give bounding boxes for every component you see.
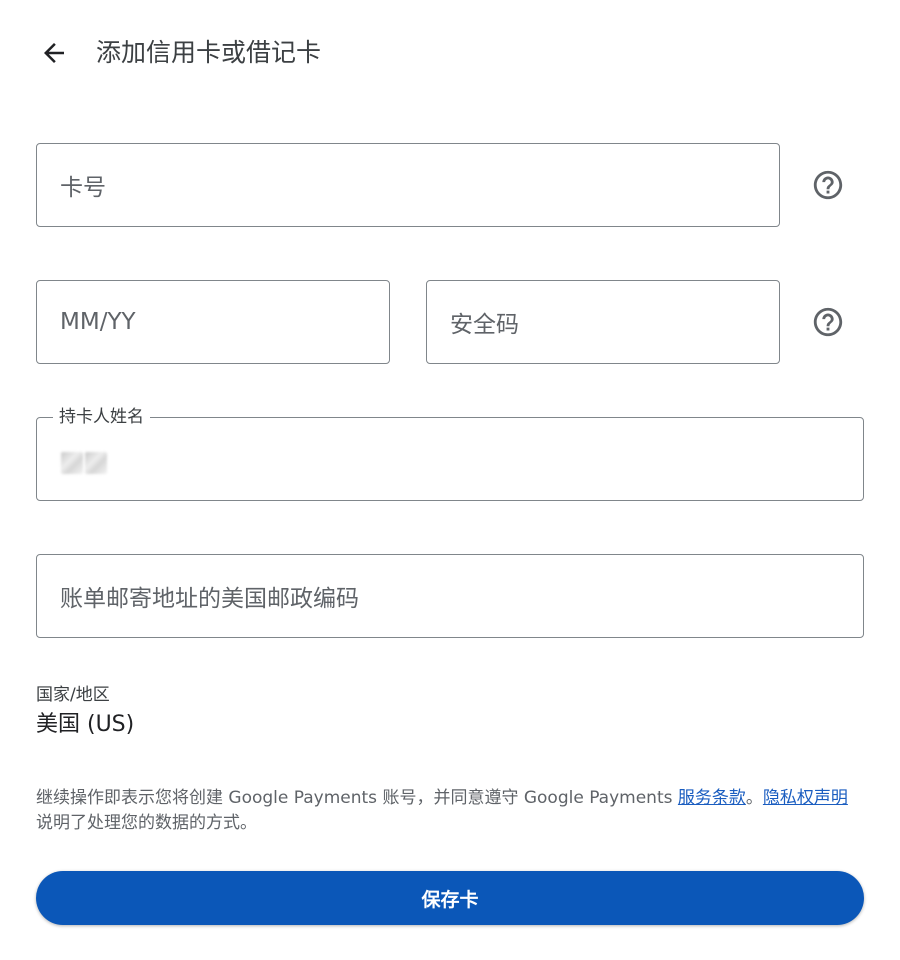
legal-notice: 继续操作即表示您将创建 Google Payments 账号，并同意遵守 Goo… xyxy=(36,786,864,836)
expiry-placeholder: MM/YY xyxy=(60,309,136,335)
legal-text-before: 继续操作即表示您将创建 Google Payments 账号，并同意遵守 Goo… xyxy=(36,788,678,808)
country-value: 美国 (US) xyxy=(36,712,135,737)
terms-of-service-link[interactable]: 服务条款 xyxy=(678,788,746,808)
cardholder-name-label: 持卡人姓名 xyxy=(53,407,150,427)
header: 添加信用卡或借记卡 xyxy=(0,0,900,106)
legal-text-after: 说明了处理您的数据的方式。 xyxy=(36,813,257,833)
back-button[interactable] xyxy=(30,30,78,76)
legal-separator: 。 xyxy=(745,788,763,808)
zip-code-field[interactable]: 账单邮寄地址的美国邮政编码 xyxy=(36,554,864,638)
security-code-placeholder: 安全码 xyxy=(450,312,519,338)
zip-code-placeholder: 账单邮寄地址的美国邮政编码 xyxy=(60,586,359,612)
security-code-help-button[interactable] xyxy=(804,298,852,346)
cardholder-name-field[interactable]: 持卡人姓名 xyxy=(36,407,864,501)
help-circle-icon xyxy=(813,307,843,337)
expiry-field[interactable]: MM/YY xyxy=(36,280,390,364)
card-number-field[interactable]: 卡号 xyxy=(36,143,780,227)
card-number-help-button[interactable] xyxy=(804,161,852,209)
help-circle-icon xyxy=(813,170,843,200)
security-code-field[interactable]: 安全码 xyxy=(426,280,780,364)
privacy-notice-link[interactable]: 隐私权声明 xyxy=(763,788,848,808)
page-title: 添加信用卡或借记卡 xyxy=(96,38,322,67)
card-number-placeholder: 卡号 xyxy=(60,175,106,201)
save-card-button[interactable]: 保存卡 xyxy=(36,871,864,925)
cardholder-name-value-redacted xyxy=(61,452,107,474)
country-label: 国家/地区 xyxy=(36,685,110,705)
arrow-left-icon xyxy=(44,43,64,63)
